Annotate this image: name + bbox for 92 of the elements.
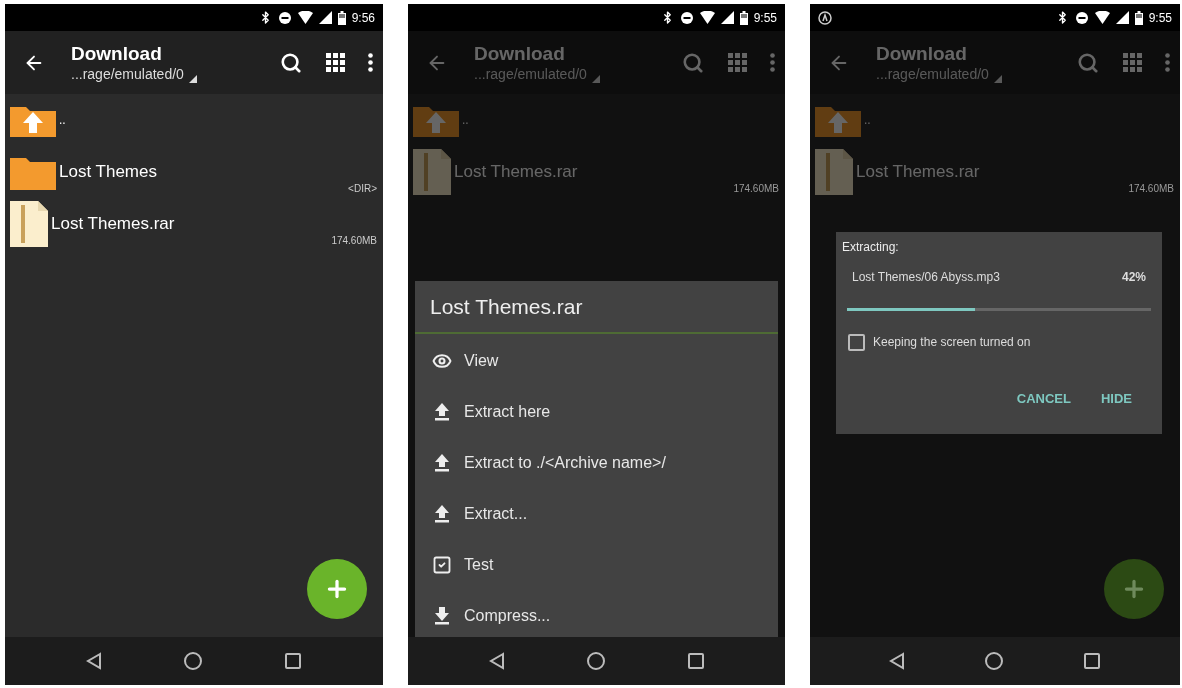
status-time: 9:55 xyxy=(1148,9,1172,27)
menu-title: Lost Themes.rar xyxy=(415,281,778,334)
file-name: .. xyxy=(462,112,469,129)
do-not-disturb-icon xyxy=(277,10,292,25)
battery-icon xyxy=(739,10,748,25)
file-row[interactable]: Lost Themes.rar 174.60MB xyxy=(408,146,785,198)
menu-item[interactable]: Extract... xyxy=(415,488,778,540)
checkbox-icon xyxy=(432,555,452,575)
file-info: 174.60MB xyxy=(331,234,377,248)
file-name: Lost Themes.rar xyxy=(856,161,980,184)
search-icon xyxy=(280,51,302,74)
archive-file-icon xyxy=(815,149,853,195)
back-nav-button[interactable] xyxy=(488,652,505,670)
upload-icon xyxy=(432,453,452,473)
checkbox-label: Keeping the screen turned on xyxy=(873,334,1031,351)
search-icon xyxy=(1077,51,1099,74)
menu-item[interactable]: Extract to ./<Archive name>/ xyxy=(415,437,778,489)
more-options-icon xyxy=(368,53,373,72)
more-options-icon xyxy=(770,53,775,72)
battery-icon xyxy=(337,10,346,25)
home-nav-button[interactable] xyxy=(183,651,203,671)
dialog-heading: Extracting: xyxy=(842,239,900,256)
status-time: 9:56 xyxy=(351,9,375,27)
file-row[interactable]: .. xyxy=(5,94,383,146)
search-icon xyxy=(682,51,704,74)
file-name: .. xyxy=(59,112,66,129)
file-name: Lost Themes xyxy=(59,161,157,184)
signal-icon xyxy=(1115,11,1129,24)
archive-file-icon xyxy=(10,201,48,247)
checkbox[interactable] xyxy=(848,333,865,351)
more-options-icon xyxy=(1165,53,1170,72)
file-info: 174.60MB xyxy=(733,182,779,196)
signal-icon xyxy=(720,11,734,24)
square-recents-icon xyxy=(686,652,705,670)
do-not-disturb-icon xyxy=(679,10,694,25)
status-time: 9:55 xyxy=(753,9,777,27)
dialog-button[interactable]: HIDE xyxy=(1092,385,1140,413)
download-icon xyxy=(432,606,452,626)
grid-icon xyxy=(728,52,748,73)
circle-home-icon xyxy=(183,651,203,671)
app-bar-title: Download xyxy=(474,41,566,66)
back-nav-button[interactable] xyxy=(889,652,906,670)
signal-icon xyxy=(318,11,332,24)
home-nav-button[interactable] xyxy=(585,651,606,671)
grid-icon xyxy=(326,52,346,73)
dropdown-caret-icon xyxy=(591,75,600,84)
triangle-back-icon xyxy=(85,652,102,670)
file-row[interactable]: Lost Themes.rar 174.60MB xyxy=(810,146,1180,198)
grid-icon xyxy=(1123,52,1143,73)
file-row[interactable]: Lost Themes <DIR> xyxy=(5,146,383,198)
grid-view-button[interactable] xyxy=(326,52,346,73)
more-options-button[interactable] xyxy=(368,53,373,72)
recents-nav-button[interactable] xyxy=(686,652,705,670)
extracting-file-name: Lost Themes/06 Abyss.mp3 xyxy=(852,269,1000,286)
file-name: Lost Themes.rar xyxy=(51,213,175,236)
file-row[interactable]: Lost Themes.rar 174.60MB xyxy=(5,198,383,250)
progress-percent: 42% xyxy=(1121,269,1146,286)
menu-item[interactable]: View xyxy=(415,335,778,387)
battery-icon xyxy=(1134,10,1143,25)
triangle-back-icon xyxy=(488,652,505,670)
eye-icon xyxy=(432,351,452,371)
file-info: <DIR> xyxy=(348,182,377,196)
upload-icon xyxy=(432,504,452,524)
wifi-icon xyxy=(1094,11,1110,24)
dropdown-caret-icon xyxy=(188,75,197,84)
do-not-disturb-icon xyxy=(1074,10,1089,25)
menu-item[interactable]: Test xyxy=(415,539,778,591)
app-bar-title: Download xyxy=(876,41,968,66)
recents-nav-button[interactable] xyxy=(1082,652,1101,670)
archive-file-icon xyxy=(413,149,451,195)
upload-icon xyxy=(432,402,452,422)
wifi-icon xyxy=(699,11,715,24)
menu-item[interactable]: Extract here xyxy=(415,386,778,438)
circle-home-icon xyxy=(984,651,1004,671)
file-name: .. xyxy=(864,112,871,129)
app-bar-title: Download xyxy=(71,41,163,66)
menu-item[interactable]: Compress... xyxy=(415,590,778,642)
triangle-back-icon xyxy=(889,652,906,670)
file-name: Lost Themes.rar xyxy=(454,161,578,184)
search-button[interactable] xyxy=(280,51,302,74)
dropdown-caret-icon xyxy=(993,75,1002,84)
wifi-icon xyxy=(297,11,313,24)
add-fab[interactable] xyxy=(307,559,367,619)
circle-home-icon xyxy=(585,651,606,671)
recents-nav-button[interactable] xyxy=(284,652,303,670)
back-nav-button[interactable] xyxy=(85,652,102,670)
square-recents-icon xyxy=(1082,652,1101,670)
dialog-button[interactable]: CANCEL xyxy=(1008,385,1079,413)
file-info: 174.60MB xyxy=(1128,182,1174,196)
home-nav-button[interactable] xyxy=(984,651,1004,671)
square-recents-icon xyxy=(284,652,303,670)
path-dropdown[interactable]: ...rage/emulated/0 xyxy=(71,65,197,84)
